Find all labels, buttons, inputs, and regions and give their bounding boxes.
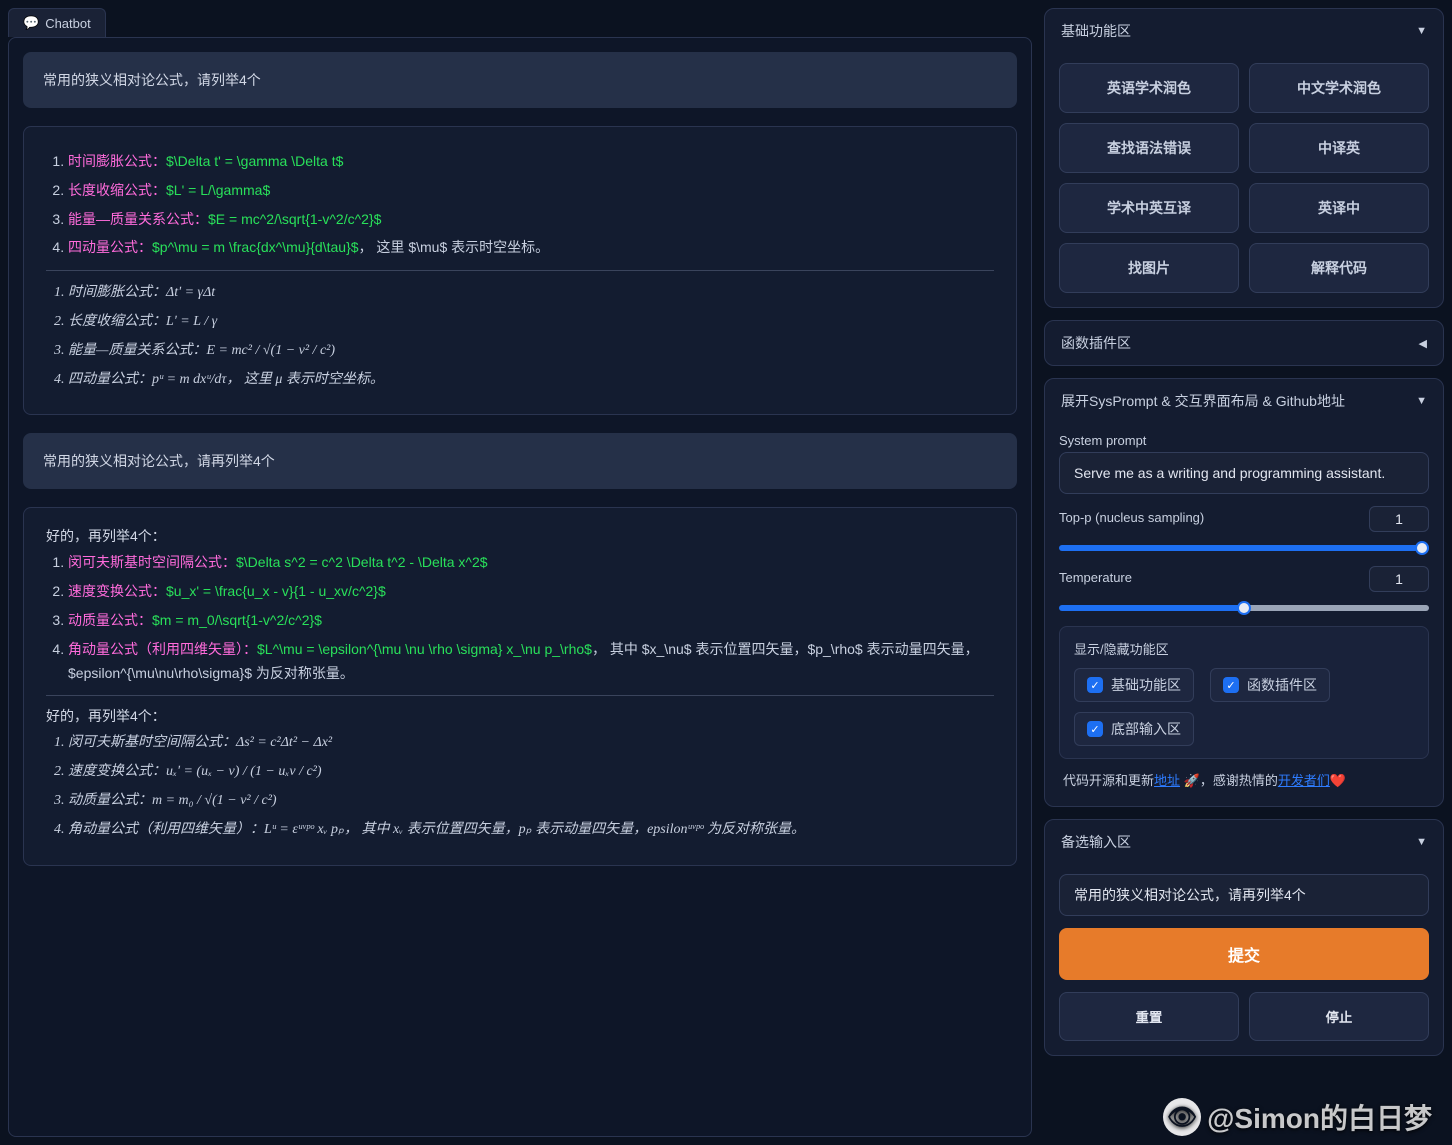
- fn-btn-2[interactable]: 查找语法错误: [1059, 123, 1239, 173]
- fn-btn-6[interactable]: 找图片: [1059, 243, 1239, 293]
- fn-btn-7[interactable]: 解释代码: [1249, 243, 1429, 293]
- fn-btn-4[interactable]: 学术中英互译: [1059, 183, 1239, 233]
- chk-plugin[interactable]: ✓函数插件区: [1210, 668, 1330, 702]
- chevron-down-icon: ▼: [1416, 395, 1427, 407]
- temp-slider[interactable]: [1059, 605, 1429, 611]
- fn-btn-1[interactable]: 中文学术润色: [1249, 63, 1429, 113]
- chk-basic[interactable]: ✓基础功能区: [1074, 668, 1194, 702]
- tab-chatbot[interactable]: 💬 Chatbot: [8, 8, 106, 37]
- chevron-left-icon: ◀: [1419, 337, 1427, 350]
- assistant-message: 时间膨胀公式：$\Delta t' = \gamma \Delta t$ 长度收…: [23, 126, 1017, 415]
- panel-basic: 基础功能区 ▼ 英语学术润色 中文学术润色 查找语法错误 中译英 学术中英互译 …: [1044, 8, 1444, 308]
- chevron-down-icon: ▼: [1416, 836, 1427, 848]
- topp-label: Top-p (nucleus sampling): [1059, 510, 1204, 525]
- sysprompt-label: System prompt: [1059, 433, 1429, 448]
- topp-slider[interactable]: [1059, 545, 1429, 551]
- chat-icon: 💬: [23, 15, 39, 31]
- panel-basic-header[interactable]: 基础功能区 ▼: [1045, 9, 1443, 53]
- user-message: 常用的狭义相对论公式，请列举4个: [23, 52, 1017, 108]
- link-repo[interactable]: 地址: [1154, 773, 1180, 788]
- panel-plugins: 函数插件区 ◀: [1044, 320, 1444, 366]
- visibility-group: 显示/隐藏功能区 ✓基础功能区 ✓函数插件区 ✓底部输入区: [1059, 626, 1429, 759]
- reset-button[interactable]: 重置: [1059, 992, 1239, 1041]
- topp-value[interactable]: 1: [1369, 506, 1429, 532]
- user-message: 常用的狭义相对论公式，请再列举4个: [23, 433, 1017, 489]
- chevron-down-icon: ▼: [1416, 25, 1427, 37]
- stop-button[interactable]: 停止: [1249, 992, 1429, 1041]
- panel-expand: 展开SysPrompt & 交互界面布局 & Github地址 ▼ System…: [1044, 378, 1444, 807]
- panel-alt-input: 备选输入区 ▼ 提交 重置 停止: [1044, 819, 1444, 1056]
- temp-label: Temperature: [1059, 570, 1132, 585]
- credit-line: 代码开源和更新地址 🚀，感谢热情的开发者们❤️: [1059, 771, 1429, 792]
- fn-btn-0[interactable]: 英语学术润色: [1059, 63, 1239, 113]
- tab-label: Chatbot: [45, 16, 91, 31]
- submit-button[interactable]: 提交: [1059, 928, 1429, 980]
- panel-alt-header[interactable]: 备选输入区 ▼: [1045, 820, 1443, 864]
- chat-transcript: 常用的狭义相对论公式，请列举4个 时间膨胀公式：$\Delta t' = \ga…: [8, 37, 1032, 1137]
- temp-value[interactable]: 1: [1369, 566, 1429, 592]
- panel-plugins-header[interactable]: 函数插件区 ◀: [1045, 321, 1443, 365]
- chk-bottom[interactable]: ✓底部输入区: [1074, 712, 1194, 746]
- alt-input[interactable]: [1059, 874, 1429, 916]
- fn-btn-5[interactable]: 英译中: [1249, 183, 1429, 233]
- fn-btn-3[interactable]: 中译英: [1249, 123, 1429, 173]
- panel-expand-header[interactable]: 展开SysPrompt & 交互界面布局 & Github地址 ▼: [1045, 379, 1443, 423]
- assistant-message: 好的，再列举4个： 闵可夫斯基时空间隔公式：$\Delta s^2 = c^2 …: [23, 507, 1017, 865]
- link-devs[interactable]: 开发者们: [1278, 773, 1330, 788]
- sysprompt-input[interactable]: [1059, 452, 1429, 494]
